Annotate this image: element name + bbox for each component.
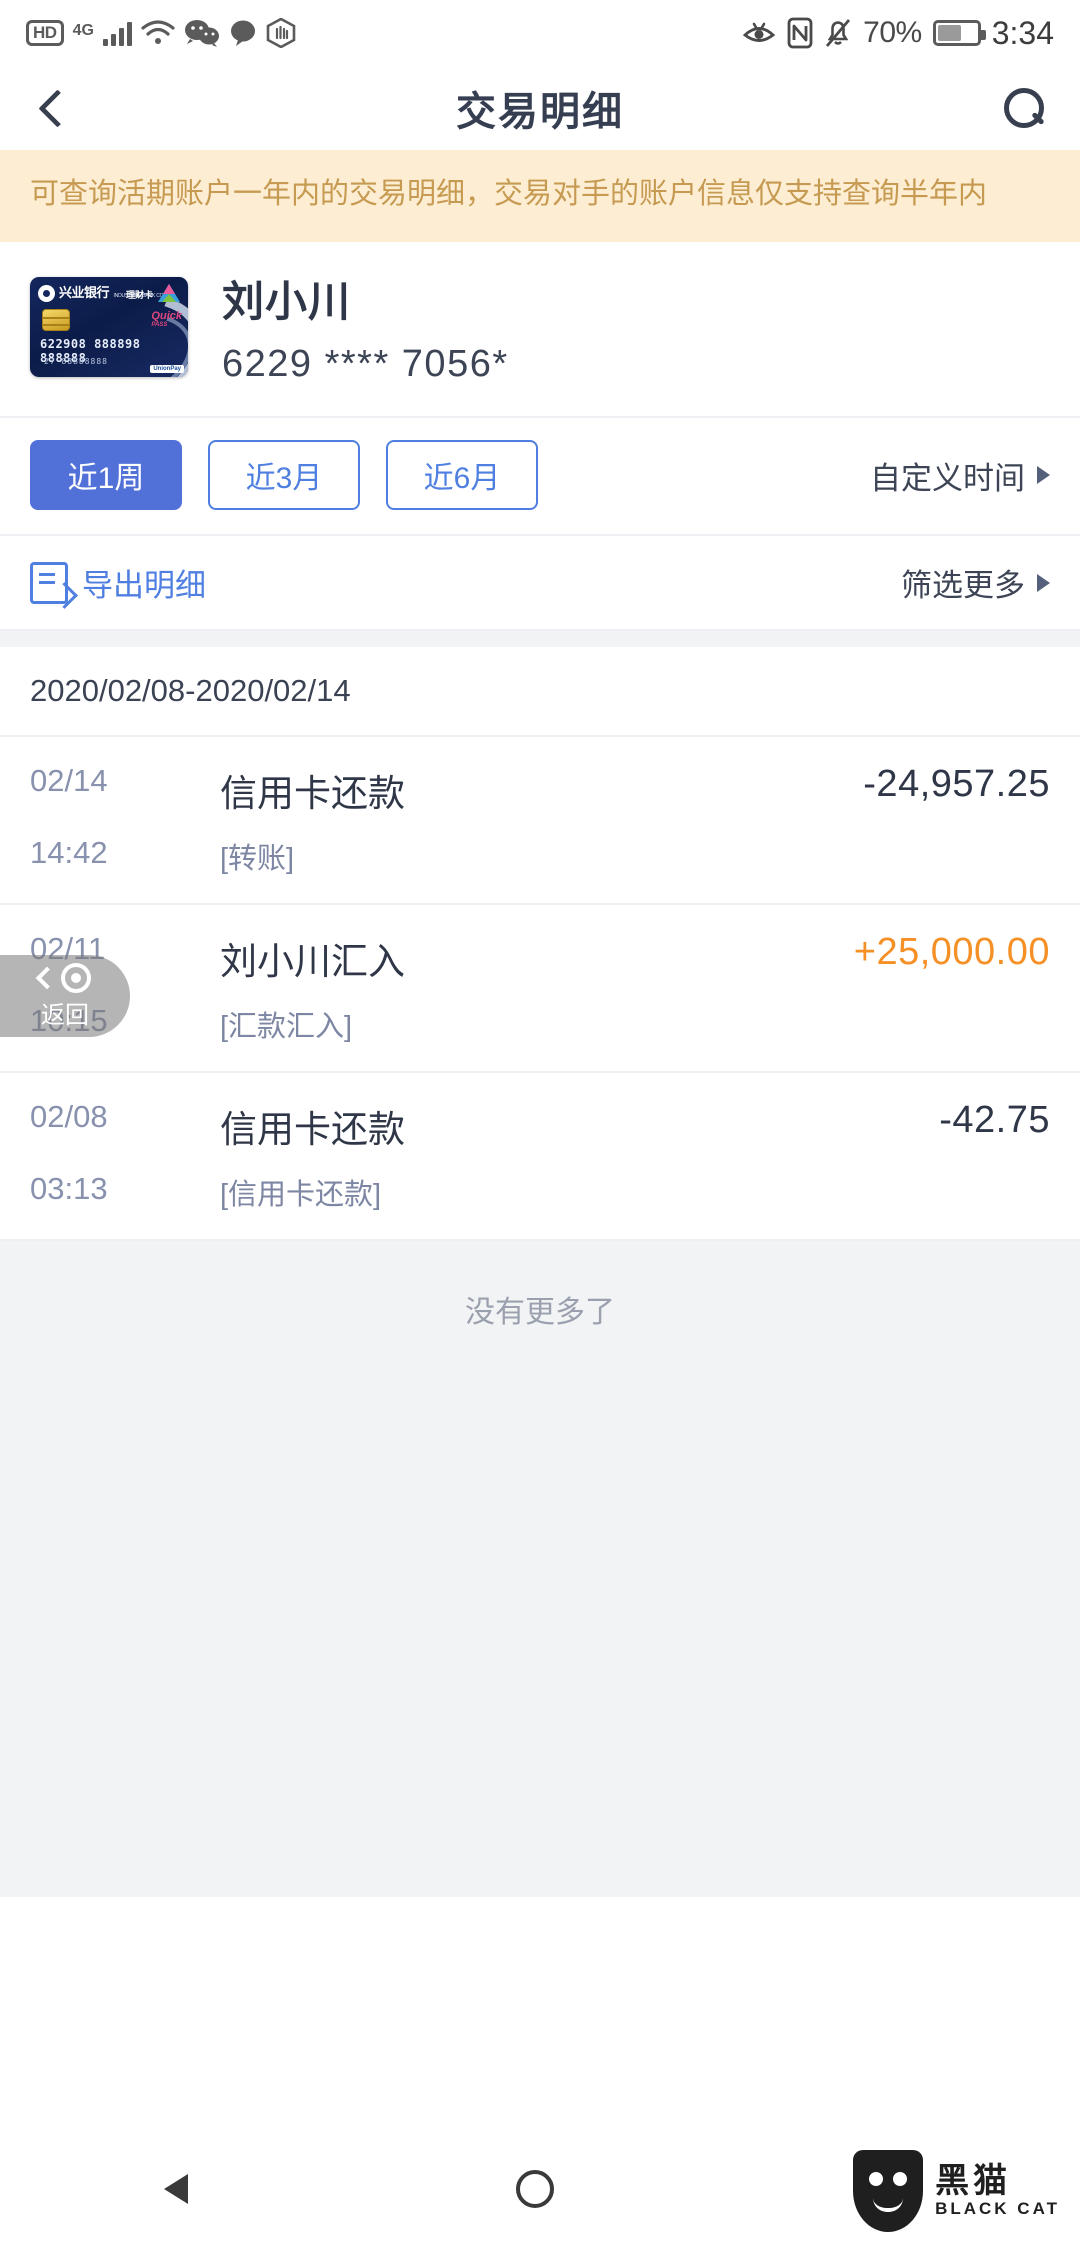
card-brand-triangle-icon	[158, 284, 180, 303]
table-row[interactable]: 02/08 信用卡还款 -42.75 03:13 [信用卡还款]	[0, 1073, 1080, 1242]
4g-label: 4G	[72, 22, 94, 39]
table-row[interactable]: 02/14 信用卡还款 -24,957.25 14:42 [转账]	[0, 737, 1080, 906]
no-more-label: 没有更多了	[0, 1241, 1080, 1378]
transaction-date: 02/08	[30, 1099, 108, 1135]
watermark-en-label: BLACK CAT	[935, 2198, 1060, 2218]
bank-logo: 兴业银行 INDUSTRIAL BANK CO.,LTD	[38, 284, 174, 302]
status-bar-right: 70% 3:34	[742, 15, 1054, 52]
eye-comfort-icon	[742, 18, 776, 48]
account-info: 刘小川 6229 **** 7056*	[222, 268, 509, 386]
mute-bell-icon	[824, 17, 852, 49]
search-icon[interactable]	[1002, 86, 1046, 130]
transaction-title: 信用卡还款	[220, 773, 405, 815]
export-detail-button[interactable]: 导出明细	[30, 560, 206, 605]
transaction-tag: [汇款汇入]	[220, 1011, 353, 1044]
transaction-tag: [转账]	[220, 843, 295, 876]
black-cat-shield-icon	[853, 2150, 924, 2232]
nfc-icon	[787, 17, 813, 49]
card-embossed-number-small: 27 88888888	[44, 357, 108, 367]
filter-chip-3months[interactable]: 近3月	[208, 440, 360, 511]
custom-time-button[interactable]: 自定义时间	[870, 453, 1050, 498]
floating-back-label: 返回	[41, 1001, 89, 1029]
hand-gesture-icon	[266, 18, 296, 48]
weibo-spiral-icon	[61, 962, 91, 993]
floating-back-icon-group	[35, 962, 91, 993]
filter-chip-6months[interactable]: 近6月	[386, 440, 538, 511]
notice-banner: 可查询活期账户一年内的交易明细，交易对手的账户信息仅支持查询半年内	[0, 150, 1080, 243]
nav-back-triangle-icon[interactable]	[164, 2174, 188, 2204]
message-icon	[229, 19, 257, 47]
filter-more-label: 筛选更多	[901, 568, 1025, 604]
transaction-time: 03:13	[30, 1171, 108, 1207]
export-filter-row: 导出明细 筛选更多	[0, 536, 1080, 632]
section-divider-band	[0, 631, 1080, 648]
card-chip-icon	[42, 309, 70, 332]
bank-name-label: 兴业银行	[59, 285, 110, 301]
battery-icon	[932, 20, 986, 46]
4g-signal-icon	[102, 20, 132, 46]
time-filter-row: 近1周 近3月 近6月 自定义时间	[0, 418, 1080, 537]
nav-home-circle-icon[interactable]	[516, 2170, 554, 2208]
bank-card-thumbnail: 兴业银行 INDUSTRIAL BANK CO.,LTD 理财卡 Quick P…	[30, 277, 188, 378]
card-type-label: 理财卡	[126, 290, 154, 301]
export-detail-label: 导出明细	[82, 568, 206, 604]
wifi-icon	[141, 19, 175, 47]
filter-more-button[interactable]: 筛选更多	[901, 560, 1050, 605]
empty-space	[0, 1377, 1080, 1898]
status-bar: HD 4G 70% 3:34	[0, 0, 1080, 66]
table-row[interactable]: 02/11 刘小川汇入 +25,000.00 10:15 [汇款汇入]	[0, 905, 1080, 1074]
floating-back-button[interactable]: 返回	[0, 955, 130, 1037]
transaction-amount: -24,957.25	[863, 763, 1050, 806]
status-bar-left: HD 4G	[26, 18, 296, 48]
account-holder-name: 刘小川	[222, 278, 352, 326]
custom-time-label: 自定义时间	[870, 460, 1025, 496]
export-document-icon	[30, 561, 68, 604]
caret-right-icon	[1037, 466, 1050, 485]
filter-chip-1week[interactable]: 近1周	[30, 440, 182, 511]
caret-right-icon	[1037, 573, 1050, 592]
hd-icon: HD	[26, 20, 64, 46]
account-card-number: 6229 **** 7056*	[222, 343, 509, 386]
transaction-tag: [信用卡还款]	[220, 1179, 382, 1212]
industrial-bank-spiral-icon	[38, 284, 55, 302]
clock-label: 3:34	[991, 14, 1054, 51]
chevron-left-icon	[35, 966, 59, 989]
transaction-title: 信用卡还款	[220, 1109, 405, 1151]
watermark: 黑猫 BLACK CAT	[853, 2150, 1060, 2232]
date-range-header: 2020/02/08-2020/02/14	[0, 647, 1080, 738]
transaction-title: 刘小川汇入	[220, 941, 405, 983]
account-card-section[interactable]: 兴业银行 INDUSTRIAL BANK CO.,LTD 理财卡 Quick P…	[0, 242, 1080, 419]
transaction-time: 14:42	[30, 835, 108, 871]
transaction-amount: +25,000.00	[853, 931, 1050, 974]
transaction-date: 02/14	[30, 763, 108, 799]
unionpay-logo: UnionPay	[150, 365, 184, 374]
wechat-icon	[184, 18, 220, 48]
transaction-amount: -42.75	[939, 1099, 1050, 1142]
page-title: 交易明细	[456, 90, 624, 134]
watermark-text: 黑猫 BLACK CAT	[935, 2164, 1060, 2218]
app-header: 交易明细	[0, 66, 1080, 150]
quickpass-logo: Quick PASS	[151, 310, 182, 329]
watermark-cn-label: 黑猫	[935, 2162, 1012, 2201]
battery-percent-label: 70%	[863, 16, 922, 49]
